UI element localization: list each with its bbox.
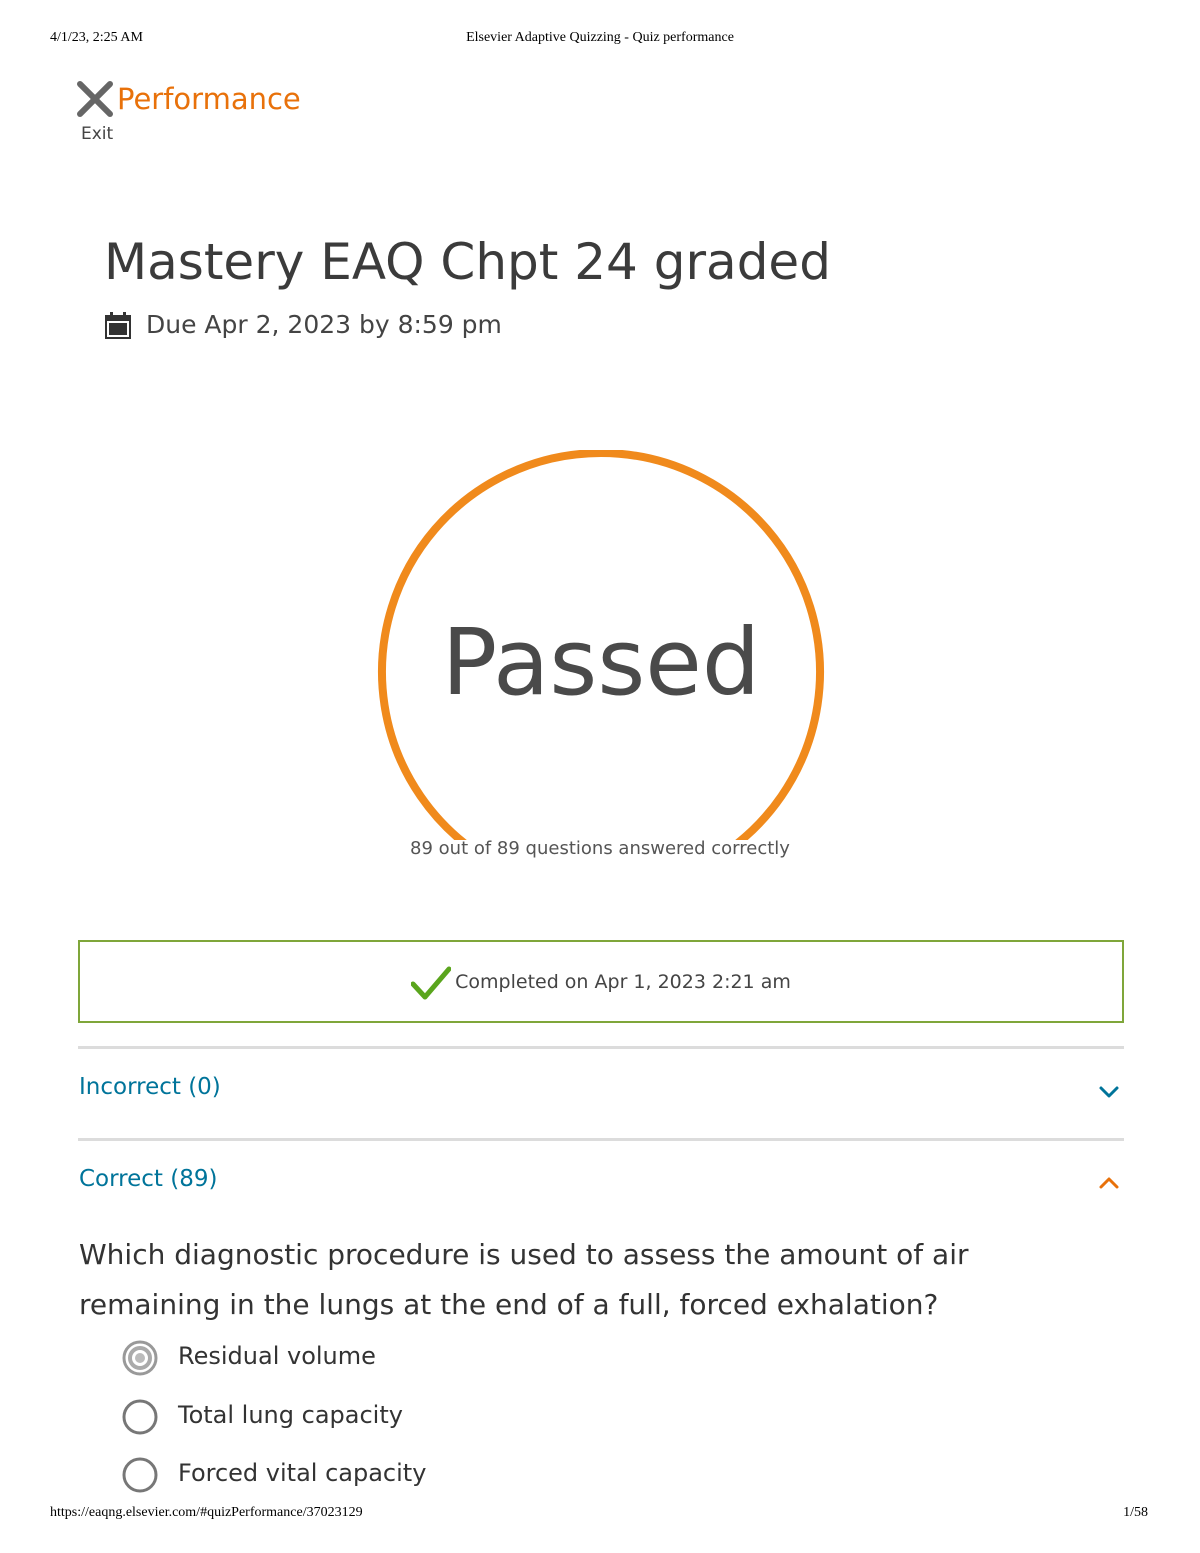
option-label: Total lung capacity — [178, 1401, 403, 1429]
option-label: Forced vital capacity — [178, 1459, 427, 1487]
completed-text: Completed on Apr 1, 2023 2:21 am — [455, 971, 791, 993]
page-title: Performance — [117, 82, 301, 116]
chevron-up-icon[interactable] — [1096, 1170, 1122, 1196]
radio-selected-icon[interactable] — [122, 1340, 158, 1376]
question-text: Which diagnostic procedure is used to as… — [79, 1238, 969, 1321]
option-label: Residual volume — [178, 1342, 376, 1370]
score-summary: 89 out of 89 questions answered correctl… — [410, 838, 790, 859]
chevron-down-icon[interactable] — [1096, 1079, 1122, 1105]
correct-section-toggle[interactable]: Correct (89) — [79, 1166, 217, 1192]
print-url: https://eaqng.elsevier.com/#quizPerforma… — [50, 1505, 363, 1520]
calendar-icon — [105, 312, 131, 339]
exit-label: Exit — [81, 124, 114, 144]
print-footer: https://eaqng.elsevier.com/#quizPerforma… — [0, 1505, 1200, 1525]
divider — [78, 1046, 1124, 1049]
exit-button[interactable]: Exit — [76, 80, 120, 144]
print-header: 4/1/23, 2:25 AM Elsevier Adaptive Quizzi… — [0, 30, 1200, 50]
close-x-icon — [77, 81, 113, 117]
score-gauge: Passed — [374, 450, 828, 840]
due-text: Due Apr 2, 2023 by 8:59 pm — [146, 310, 502, 339]
incorrect-section-toggle[interactable]: Incorrect (0) — [79, 1074, 221, 1100]
quiz-title: Mastery EAQ Chpt 24 graded — [104, 233, 831, 291]
print-page-number: 1/58 — [1123, 1505, 1148, 1520]
divider — [78, 1138, 1124, 1141]
checkmark-icon — [411, 966, 452, 999]
print-page-title: Elsevier Adaptive Quizzing - Quiz perfor… — [466, 30, 734, 45]
radio-icon[interactable] — [122, 1399, 158, 1435]
completion-banner: Completed on Apr 1, 2023 2:21 am — [78, 940, 1124, 1023]
pass-status: Passed — [441, 609, 761, 716]
radio-icon[interactable] — [122, 1457, 158, 1493]
